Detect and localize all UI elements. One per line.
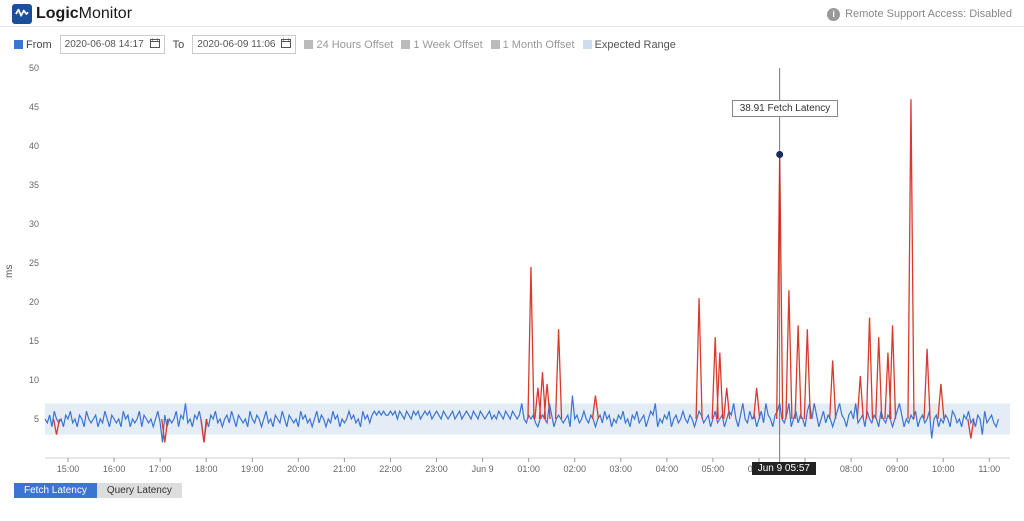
svg-text:18:00: 18:00 bbox=[195, 464, 218, 474]
from-swatch: From bbox=[14, 39, 52, 51]
toolbar: From 2020-06-08 14:17 To 2020-06-09 11:0… bbox=[0, 27, 1024, 58]
svg-text:05:00: 05:00 bbox=[702, 464, 725, 474]
svg-text:25: 25 bbox=[29, 258, 39, 268]
svg-text:10: 10 bbox=[29, 375, 39, 385]
svg-text:10:00: 10:00 bbox=[932, 464, 955, 474]
svg-text:21:00: 21:00 bbox=[333, 464, 356, 474]
info-icon: i bbox=[827, 8, 840, 21]
brand-logo: LogicMonitor bbox=[12, 4, 132, 24]
svg-text:19:00: 19:00 bbox=[241, 464, 264, 474]
option-1month[interactable]: 1 Month Offset bbox=[491, 39, 575, 51]
chart-tabs: Fetch Latency Query Latency bbox=[14, 483, 182, 498]
svg-text:16:00: 16:00 bbox=[103, 464, 126, 474]
x-axis-hover-label: Jun 9 05:57 bbox=[752, 462, 816, 475]
svg-text:45: 45 bbox=[29, 102, 39, 112]
chart-area[interactable]: ms 510152025303540455015:0016:0017:0018:… bbox=[0, 58, 1024, 498]
tab-query-latency[interactable]: Query Latency bbox=[97, 483, 182, 498]
topbar: LogicMonitor i Remote Support Access: Di… bbox=[0, 0, 1024, 27]
svg-text:35: 35 bbox=[29, 180, 39, 190]
tab-fetch-latency[interactable]: Fetch Latency bbox=[14, 483, 97, 498]
svg-text:15: 15 bbox=[29, 336, 39, 346]
svg-text:04:00: 04:00 bbox=[656, 464, 679, 474]
from-date-input[interactable]: 2020-06-08 14:17 bbox=[60, 35, 165, 54]
calendar-icon bbox=[281, 38, 291, 51]
svg-text:02:00: 02:00 bbox=[563, 464, 586, 474]
svg-text:30: 30 bbox=[29, 219, 39, 229]
svg-text:17:00: 17:00 bbox=[149, 464, 172, 474]
logo-mark-icon bbox=[12, 4, 32, 24]
support-label: Remote Support Access: Disabled bbox=[845, 8, 1012, 20]
option-24h[interactable]: 24 Hours Offset bbox=[304, 39, 393, 51]
svg-text:23:00: 23:00 bbox=[425, 464, 448, 474]
svg-text:11:00: 11:00 bbox=[978, 464, 1000, 474]
svg-text:Jun 9: Jun 9 bbox=[472, 464, 494, 474]
svg-text:15:00: 15:00 bbox=[57, 464, 80, 474]
option-expected-range[interactable]: Expected Range bbox=[583, 39, 676, 51]
line-chart[interactable]: 5 10 15 20 25 30 35 40 45 50 15:00 16:00 17:00 18:00 1… bbox=[0, 58, 1024, 498]
calendar-icon bbox=[150, 38, 160, 51]
svg-text:50: 50 bbox=[29, 63, 39, 73]
support-status: i Remote Support Access: Disabled bbox=[827, 8, 1012, 21]
to-label: To bbox=[173, 39, 185, 51]
svg-text:08:00: 08:00 bbox=[840, 464, 863, 474]
to-date-input[interactable]: 2020-06-09 11:06 bbox=[192, 35, 296, 54]
svg-text:5: 5 bbox=[34, 414, 39, 424]
svg-text:09:00: 09:00 bbox=[886, 464, 909, 474]
svg-text:20:00: 20:00 bbox=[287, 464, 310, 474]
svg-text:03:00: 03:00 bbox=[610, 464, 633, 474]
svg-text:01:00: 01:00 bbox=[517, 464, 540, 474]
tooltip: 38.91 Fetch Latency bbox=[732, 100, 839, 117]
svg-text:22:00: 22:00 bbox=[379, 464, 402, 474]
svg-text:40: 40 bbox=[29, 141, 39, 151]
brand-text: LogicMonitor bbox=[36, 5, 132, 23]
option-1week[interactable]: 1 Week Offset bbox=[401, 39, 482, 51]
svg-text:20: 20 bbox=[29, 297, 39, 307]
